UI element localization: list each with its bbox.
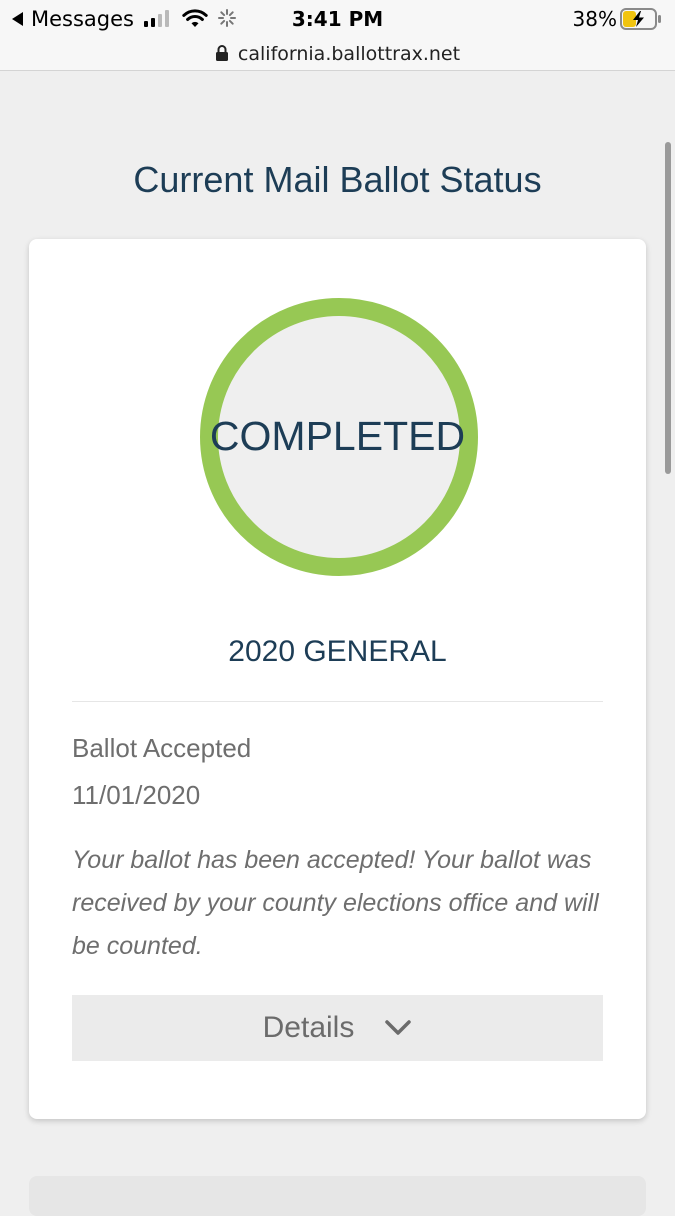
- ballot-status-card: COMPLETED 2020 GENERAL Ballot Accepted 1…: [29, 239, 646, 1119]
- ballot-status-text: COMPLETED: [209, 413, 466, 459]
- details-button[interactable]: Details: [72, 995, 603, 1061]
- chevron-down-icon: [385, 1020, 412, 1035]
- status-event-date: 11/01/2020: [72, 780, 201, 810]
- battery-charging-icon: [620, 8, 661, 30]
- details-label: Details: [262, 1011, 355, 1044]
- status-event-label: Ballot Accepted: [72, 733, 252, 763]
- address-bar[interactable]: california.ballottrax.net: [0, 38, 675, 71]
- lock-icon: [215, 45, 228, 61]
- next-card: [29, 1176, 646, 1216]
- election-name: 2020 GENERAL: [228, 635, 447, 668]
- status-event-description: Your ballot has been accepted! Your ball…: [72, 846, 599, 960]
- url-text: california.ballottrax.net: [237, 43, 461, 65]
- status-bar: Messages 3:41 PM 38%: [0, 0, 675, 38]
- divider: [72, 701, 603, 702]
- page-title: Current Mail Ballot Status: [133, 159, 542, 200]
- battery-percent: 38%: [572, 7, 617, 31]
